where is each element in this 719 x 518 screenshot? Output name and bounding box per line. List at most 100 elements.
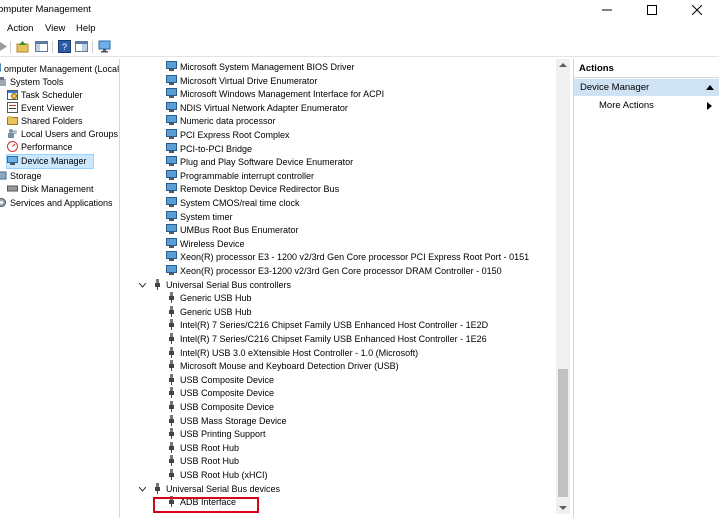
device-label: Plug and Play Software Device Enumerator	[180, 157, 354, 167]
device-label: PCI-to-PCI Bridge	[180, 144, 253, 154]
device-item[interactable]: Xeon(R) processor E3 - 1200 v2/3rd Gen C…	[166, 251, 529, 264]
close-icon	[691, 4, 702, 15]
expand-chevron-icon[interactable]	[139, 487, 146, 492]
maximize-button[interactable]	[629, 0, 674, 19]
tree-item-system-tools[interactable]: System Tools	[0, 76, 63, 89]
tree-item-label: Event Viewer	[21, 103, 74, 113]
usb-icon	[169, 442, 174, 453]
menu-help[interactable]: Help	[76, 23, 96, 34]
device-label: System timer	[180, 212, 233, 222]
device-tree: Microsoft System Management BIOS Driver M…	[121, 59, 571, 514]
device-item[interactable]: USB Composite Device	[166, 401, 274, 414]
navigation-tree: omputer Management (Local System Tools T…	[0, 59, 120, 518]
device-label: UMBus Root Bus Enumerator	[180, 225, 299, 235]
scroll-down-icon[interactable]	[559, 505, 567, 511]
device-label: Generic USB Hub	[180, 293, 252, 303]
device-item[interactable]: System CMOS/real time clock	[166, 197, 300, 210]
tree-item-services-applications[interactable]: Services and Applications	[0, 197, 113, 210]
device-item[interactable]: USB Root Hub	[166, 442, 239, 455]
device-item[interactable]: USB Mass Storage Device	[166, 415, 287, 428]
device-item[interactable]: Plug and Play Software Device Enumerator	[166, 156, 353, 169]
close-button[interactable]	[674, 0, 719, 19]
tree-item-disk-management[interactable]: Disk Management	[7, 183, 94, 196]
event-viewer-icon	[7, 102, 18, 113]
menu-bar: Action View Help	[0, 20, 719, 37]
task-scheduler-icon	[7, 90, 18, 100]
device-item[interactable]: Programmable interrupt controller	[166, 170, 314, 183]
forward-icon[interactable]	[0, 40, 13, 53]
minimize-icon	[601, 9, 612, 10]
device-label: Intel(R) 7 Series/C216 Chipset Family US…	[180, 320, 489, 330]
menu-action[interactable]: Action	[7, 23, 33, 34]
device-item[interactable]: Microsoft Mouse and Keyboard Detection D…	[166, 360, 399, 373]
device-item[interactable]: PCI Express Root Complex	[166, 129, 290, 142]
device-item[interactable]: USB Root Hub (xHCI)	[166, 469, 268, 482]
device-item[interactable]: Microsoft Virtual Drive Enumerator	[166, 75, 317, 88]
minimize-button[interactable]	[584, 0, 629, 19]
tree-item-computer-management[interactable]: omputer Management (Local	[0, 63, 119, 76]
device-item[interactable]: Generic USB Hub	[166, 306, 252, 319]
device-item[interactable]: Generic USB Hub	[166, 292, 252, 305]
help-icon[interactable]: ?	[58, 40, 71, 53]
system-device-icon	[166, 61, 177, 71]
system-device-icon	[166, 129, 177, 139]
scrollbar-thumb[interactable]	[558, 369, 568, 497]
tree-item-label: Device Manager	[21, 156, 87, 166]
more-actions-link[interactable]: More Actions	[599, 100, 654, 111]
menu-view[interactable]: View	[45, 23, 65, 34]
device-item[interactable]: USB Composite Device	[166, 374, 274, 387]
usb-icon	[155, 483, 160, 494]
device-label: Microsoft Windows Management Interface f…	[180, 89, 385, 99]
device-category[interactable]: Universal Serial Bus devices	[139, 483, 280, 496]
device-item[interactable]: Numeric data processor	[166, 115, 276, 128]
device-item[interactable]: USB Composite Device	[166, 387, 274, 400]
scroll-up-icon[interactable]	[559, 62, 567, 68]
device-item[interactable]: PCI-to-PCI Bridge	[166, 143, 252, 156]
properties-pane-icon[interactable]	[75, 40, 88, 53]
device-item[interactable]: Microsoft System Management BIOS Driver	[166, 61, 355, 74]
tree-item-local-users[interactable]: Local Users and Groups	[7, 128, 118, 141]
tree-item-storage[interactable]: Storage	[0, 170, 42, 183]
device-item[interactable]: USB Root Hub	[166, 455, 239, 468]
system-device-icon	[166, 102, 177, 112]
device-item[interactable]: Intel(R) USB 3.0 eXtensible Host Control…	[166, 347, 418, 360]
vertical-scrollbar[interactable]	[556, 59, 570, 514]
device-item[interactable]: Xeon(R) processor E3-1200 v2/3rd Gen Cor…	[166, 265, 502, 278]
system-device-icon	[166, 238, 177, 248]
category-label: Universal Serial Bus controllers	[166, 280, 292, 290]
device-item[interactable]: UMBus Root Bus Enumerator	[166, 224, 299, 237]
device-item[interactable]: System timer	[166, 211, 233, 224]
device-item[interactable]: Intel(R) 7 Series/C216 Chipset Family US…	[166, 333, 487, 346]
device-item[interactable]: Remote Desktop Device Redirector Bus	[166, 183, 339, 196]
device-label: Generic USB Hub	[180, 307, 252, 317]
device-item[interactable]: USB Printing Support	[166, 428, 266, 441]
tree-item-event-viewer[interactable]: Event Viewer	[7, 102, 74, 115]
device-label: NDIS Virtual Network Adapter Enumerator	[180, 103, 348, 113]
tree-item-task-scheduler[interactable]: Task Scheduler	[7, 89, 83, 102]
up-folder-icon[interactable]	[16, 40, 29, 53]
device-label: USB Composite Device	[180, 375, 275, 385]
device-label: USB Composite Device	[180, 388, 275, 398]
device-item[interactable]: Microsoft Windows Management Interface f…	[166, 88, 384, 101]
system-device-icon	[166, 265, 177, 275]
device-category[interactable]: Universal Serial Bus controllers	[139, 279, 291, 292]
show-hide-tree-icon[interactable]	[35, 40, 48, 53]
tree-item-performance[interactable]: Performance	[7, 141, 73, 154]
tree-item-label: Services and Applications	[10, 198, 113, 208]
tree-item-label: Performance	[21, 142, 73, 152]
device-label: Microsoft Virtual Drive Enumerator	[180, 76, 318, 86]
usb-icon	[169, 415, 174, 426]
device-label: Microsoft System Management BIOS Driver	[180, 62, 355, 72]
device-item[interactable]: NDIS Virtual Network Adapter Enumerator	[166, 102, 348, 115]
actions-section-device-manager[interactable]: Device Manager	[574, 79, 719, 96]
computer-icon	[0, 63, 1, 72]
tree-item-device-manager[interactable]: Device Manager	[6, 154, 94, 169]
usb-icon	[169, 374, 174, 385]
monitor-icon[interactable]	[98, 40, 111, 53]
expand-chevron-icon[interactable]	[139, 283, 146, 288]
actions-header: Actions	[574, 59, 719, 78]
tree-item-shared-folders[interactable]: Shared Folders	[7, 115, 83, 128]
device-item[interactable]: Wireless Device	[166, 238, 245, 251]
device-item[interactable]: Intel(R) 7 Series/C216 Chipset Family US…	[166, 319, 488, 332]
maximize-icon	[646, 4, 657, 15]
